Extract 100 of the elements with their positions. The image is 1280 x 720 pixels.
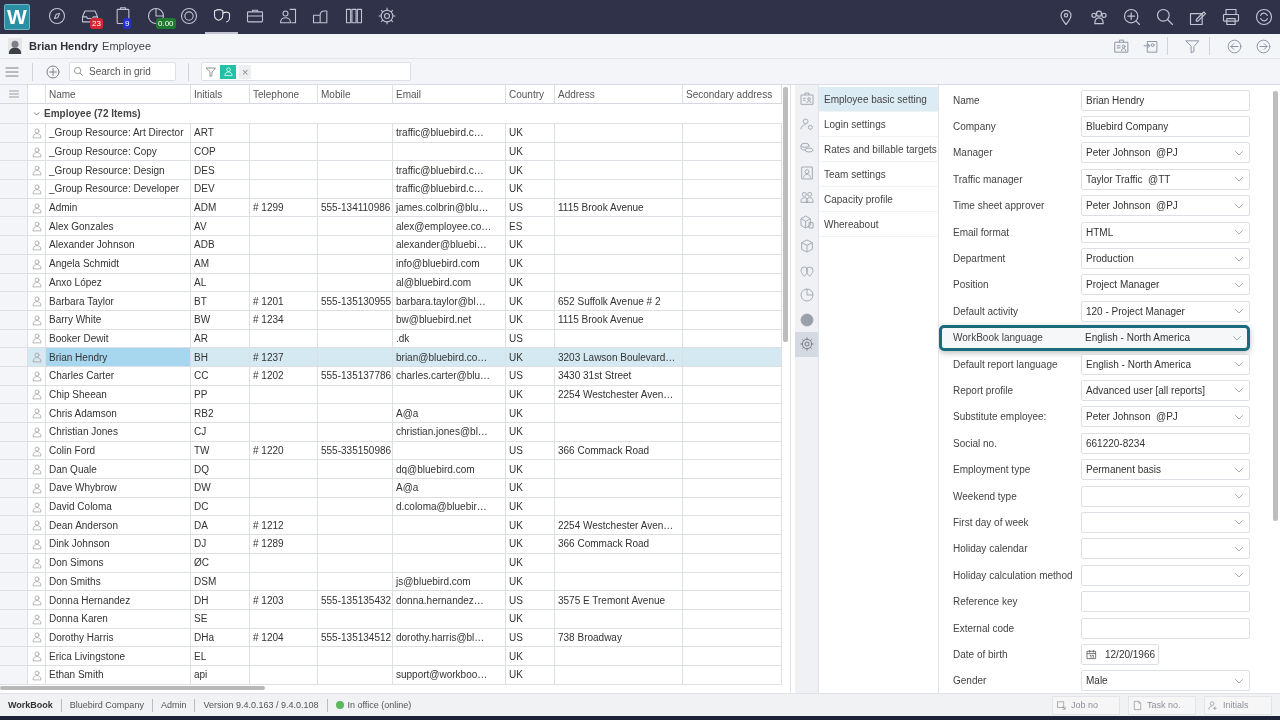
table-row[interactable]: Alex Gonzales AV alex@employee.co… ES <box>0 217 782 237</box>
table-row[interactable]: Dave Whybrow DW A@a UK <box>0 479 782 498</box>
table-row[interactable]: Chip Sheean PP UK 2254 Westchester Aven… <box>0 385 782 405</box>
scrollbar[interactable] <box>1273 91 1278 521</box>
column-header[interactable]: Secondary address <box>683 85 782 103</box>
text-field[interactable]: Bluebird Company <box>1081 116 1250 138</box>
settings-menu-item[interactable]: Capacity profile <box>819 187 938 212</box>
table-row[interactable]: Dink Johnson DJ # 1289 UK 366 Commack Road <box>0 535 782 554</box>
row-selector[interactable] <box>0 535 28 553</box>
table-row[interactable]: _Group Resource: Copy COP UK <box>0 142 782 162</box>
table-row[interactable]: Don Simons ØC UK <box>0 553 782 573</box>
row-selector[interactable] <box>0 591 28 609</box>
scrollbar[interactable] <box>783 87 788 342</box>
filter-icon[interactable] <box>205 65 217 78</box>
table-row[interactable]: Ethan Smith api support@workboo… UK <box>0 665 782 685</box>
printer-icon[interactable] <box>1221 7 1241 27</box>
table-row[interactable]: Alexander Johnson ADB alexander@bluebi… UK <box>0 236 782 255</box>
table-row[interactable]: Dorothy Harris DHa # 1204 555-135134512 dorothy.harris@bl… US 738 Broadway <box>0 628 782 648</box>
table-row[interactable]: Anxo López AL al@bluebird.com UK <box>0 273 782 293</box>
nav-tab[interactable]: 9 <box>106 0 139 34</box>
settings-menu-item[interactable]: Login settings <box>819 112 938 137</box>
menu-icon[interactable] <box>7 88 20 100</box>
dropdown[interactable]: Production <box>1081 248 1250 270</box>
add-icon[interactable] <box>45 63 61 80</box>
dropdown[interactable]: English - North America <box>1081 327 1247 349</box>
person-filter-chip[interactable] <box>220 64 236 79</box>
nav-tab[interactable]: 23 <box>73 0 106 34</box>
row-selector[interactable] <box>0 516 28 535</box>
search-icon[interactable] <box>1155 7 1175 27</box>
text-field[interactable] <box>1081 591 1250 613</box>
table-row[interactable]: Brian Hendry BH # 1237 brian@bluebird.co… UK 3203 Lawson Boulevard… <box>0 348 782 367</box>
table-row[interactable]: _Group Resource: Developer DEV traffic@bluebird.c… UK <box>0 180 782 199</box>
table-row[interactable]: _Group Resource: Art Director ART traffic@bluebird.c… UK <box>0 124 782 143</box>
table-row[interactable]: Chris Adamson RB2 A@a UK <box>0 404 782 423</box>
dropdown[interactable]: 120 - Project Manager <box>1081 300 1250 322</box>
table-row[interactable]: Angela Schmidt AM info@bluebird.com UK <box>0 254 782 274</box>
row-selector[interactable] <box>0 104 28 123</box>
table-row[interactable]: Charles Carter CC # 1202 555-135137786 charles.carter@blu… US 3430 31st Street <box>0 366 782 386</box>
row-selector[interactable] <box>0 460 28 479</box>
id-card-icon[interactable] <box>1113 37 1130 55</box>
column-header[interactable]: Initials <box>191 85 250 103</box>
dropdown[interactable] <box>1081 538 1250 560</box>
table-row[interactable]: Barbara Taylor BT # 1201 555-135130955 barbara.taylor@bl… UK 652 Suffolk Avenue # 2 <box>0 292 782 311</box>
row-selector[interactable] <box>0 236 28 254</box>
text-field[interactable]: Brian Hendry <box>1081 89 1250 111</box>
dropdown[interactable]: HTML <box>1081 221 1250 243</box>
table-row[interactable]: Dean Anderson DA # 1212 UK 2254 Westchester Aven… <box>0 516 782 536</box>
filter-icon[interactable] <box>1184 37 1201 55</box>
table-row[interactable]: Barry White BW # 1234 bw@bluebird.net UK 1115 Brook Avenue <box>0 310 782 330</box>
zoom-plus-icon[interactable] <box>1122 7 1142 27</box>
date-field[interactable]: 12/20/1966 <box>1081 643 1159 665</box>
table-row[interactable]: Donna Karen SE UK <box>0 609 782 629</box>
text-field[interactable]: 661220-8234 <box>1081 432 1250 454</box>
dropdown[interactable]: Peter Johnson @PJ <box>1081 406 1250 428</box>
row-selector[interactable] <box>0 161 28 180</box>
table-row[interactable]: Colin Ford TW # 1220 555-335150986 US 366 Commack Road <box>0 441 782 461</box>
column-header[interactable]: Mobile <box>318 85 393 103</box>
row-selector[interactable] <box>0 348 28 366</box>
column-header[interactable]: Address <box>555 85 683 103</box>
row-selector[interactable] <box>0 423 28 441</box>
refresh-icon[interactable] <box>1254 7 1274 27</box>
column-header[interactable]: Email <box>393 85 506 103</box>
table-row[interactable]: Erica Livingstone EL UK <box>0 647 782 666</box>
table-row[interactable]: Don Smiths DSM js@bluebird.com UK <box>0 572 782 592</box>
dropdown[interactable] <box>1081 511 1250 533</box>
column-header[interactable]: Name <box>46 85 191 103</box>
dropdown[interactable]: Taylor Traffic @TT <box>1081 168 1250 190</box>
settings-menu-item[interactable]: Whereabout <box>819 212 938 237</box>
dropdown[interactable] <box>1081 564 1250 586</box>
calendar-icon[interactable] <box>1086 648 1097 660</box>
row-selector[interactable] <box>0 479 28 497</box>
table-row[interactable]: Christian Jones CJ christian.jones@bl… UK <box>0 423 782 442</box>
dropdown[interactable]: Peter Johnson @PJ <box>1081 142 1250 164</box>
scrollbar[interactable] <box>0 686 265 690</box>
table-row[interactable]: Dan Quale DQ dq@bluebird.com UK <box>0 460 782 480</box>
settings-icon[interactable] <box>795 332 818 357</box>
search-field[interactable]: Search in grid <box>69 62 176 81</box>
dropdown[interactable]: Peter Johnson @PJ <box>1081 195 1250 217</box>
text-field[interactable] <box>1081 617 1250 639</box>
table-row[interactable]: Donna Hernandez DH # 1203 555-135135432 donna.hernandez… US 3575 E Tremont Avenue <box>0 591 782 610</box>
dropdown[interactable]: English - North America <box>1081 353 1250 375</box>
dropdown[interactable]: Advanced user [all reports] <box>1081 380 1250 401</box>
row-selector[interactable] <box>0 404 28 422</box>
table-row[interactable]: Admin ADM # 1299 555-134110986 james.colbrin@blu… US 1115 Brook Avenue <box>0 198 782 218</box>
dropdown[interactable]: Permanent basis <box>1081 459 1250 481</box>
row-selector[interactable] <box>0 180 28 198</box>
row-selector[interactable] <box>0 124 28 142</box>
dropdown[interactable] <box>1081 485 1250 507</box>
table-row[interactable]: David Coloma DC d.coloma@bluebir… UK <box>0 497 782 517</box>
column-header[interactable]: Country <box>506 85 555 103</box>
table-row[interactable]: _Group Resource: Design DES traffic@bluebird.c… UK <box>0 161 782 181</box>
app-logo[interactable]: W <box>4 4 30 30</box>
dropdown[interactable]: Project Manager <box>1081 274 1250 296</box>
column-header[interactable]: Telephone <box>250 85 318 103</box>
chevron-icon[interactable] <box>32 109 41 118</box>
row-selector[interactable] <box>0 292 28 310</box>
settings-menu-item[interactable]: Team settings <box>819 162 938 187</box>
column-chooser-button[interactable] <box>0 85 28 103</box>
dropdown[interactable]: Male <box>1081 670 1250 692</box>
settings-menu-item[interactable]: Rates and billable targets <box>819 137 938 162</box>
